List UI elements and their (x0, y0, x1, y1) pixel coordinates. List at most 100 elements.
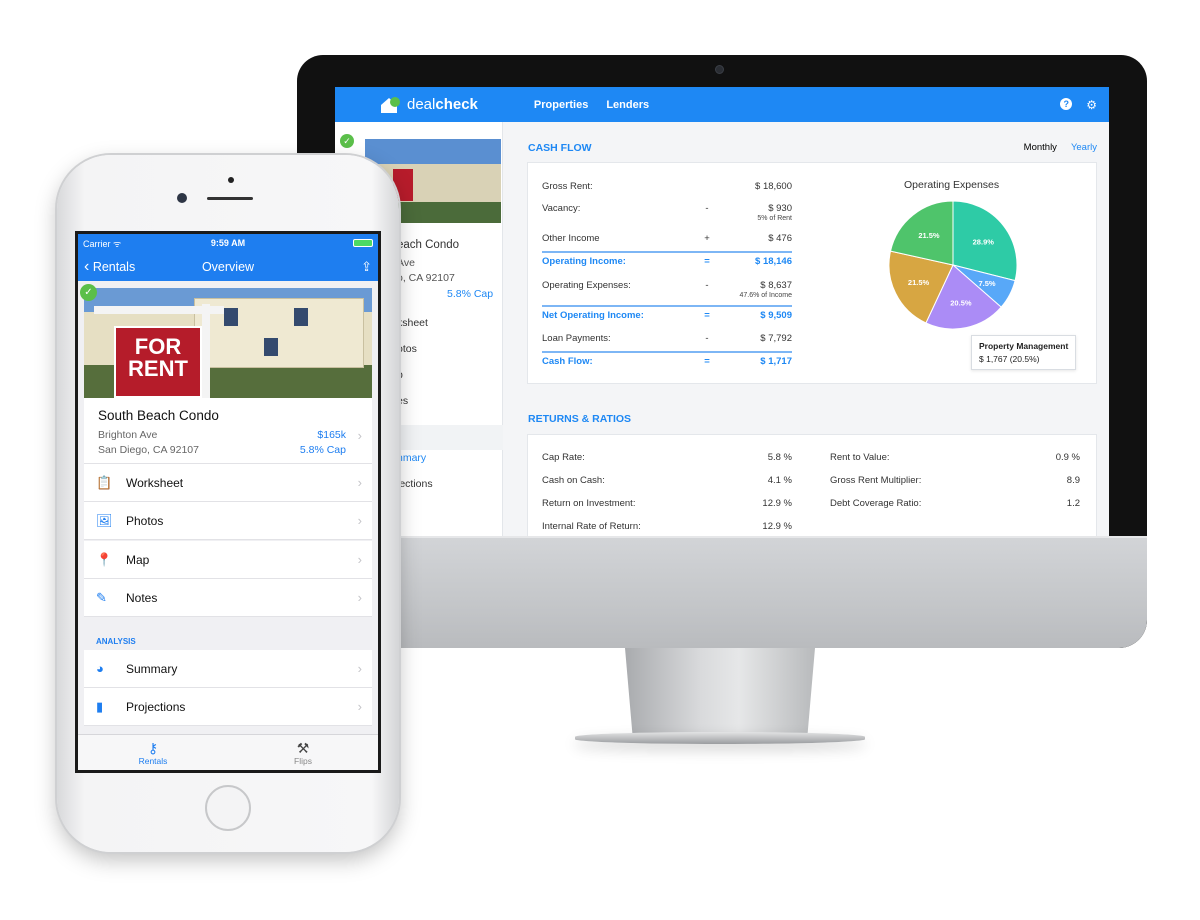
row-value: $ 7,792 (760, 333, 792, 344)
notes-icon: ✎ (96, 589, 107, 605)
divider-line (542, 251, 792, 253)
home-button[interactable] (205, 785, 251, 831)
chevron-right-icon: › (357, 475, 362, 490)
house-logo-icon (381, 96, 400, 113)
chevron-left-icon: ‹ (84, 257, 90, 275)
pie-slice-label: 21.5% (918, 231, 940, 240)
list-item-projections[interactable]: ▮ Projections › (84, 688, 372, 726)
projections-icon: ▮ (96, 698, 104, 714)
tab-rentals-label: Rentals (138, 755, 168, 766)
pie-slice-label: 28.9% (973, 237, 995, 246)
ratio-value: 12.9 % (762, 498, 792, 509)
pie-slice-label: 7.5% (978, 279, 995, 288)
chevron-right-icon: › (357, 661, 362, 676)
chevron-right-icon: › (357, 513, 362, 528)
tools-icon: ⚒ (296, 739, 310, 756)
pie-tooltip: Property Management $ 1,767 (20.5%) (971, 335, 1077, 370)
list-item-notes[interactable]: ✎ Notes › (84, 579, 372, 617)
summary-icon: ◕ (96, 661, 104, 676)
tooltip-value: $ 1,767 (20.5%) (979, 354, 1040, 364)
imac-stand (625, 648, 815, 736)
sidebar-property-name: each Condo (397, 239, 460, 251)
imac-base (575, 732, 865, 744)
earpiece-speaker (207, 197, 253, 200)
row-subtext: 47.6% of Income (739, 292, 792, 299)
pie-chart-title: Operating Expenses (904, 179, 1000, 191)
top-navbar: deal check Properties Lenders ? ⚙ (335, 87, 1109, 122)
period-toggle: Monthly Yearly (1024, 142, 1097, 153)
row-value: $ 930 (768, 203, 792, 214)
row-value: $ 18,600 (755, 181, 792, 192)
row-value: $ 1,717 (760, 356, 792, 367)
row-value: $ 8,637 (760, 280, 792, 291)
sidebar-cap: 5.8% Cap (447, 288, 494, 300)
help-icon[interactable]: ? (1060, 97, 1073, 110)
sidebar-item-projections[interactable]: jections (397, 478, 433, 490)
check-icon: ✓ (80, 284, 97, 301)
row-label: Net Operating Income: (542, 310, 644, 321)
chevron-right-icon: › (357, 590, 362, 605)
ratio-label: Cash on Cash: (542, 475, 605, 486)
cash-flow-row: Gross Rent: $ 18,600 (542, 181, 792, 192)
item-label: Summary (126, 661, 178, 676)
item-label: Projections (126, 699, 186, 714)
tab-flips[interactable]: ⚒ Flips (228, 735, 378, 770)
iphone-device: Carrier ᯤ 9:59 AM ‹ Rentals Overview ⇪ F… (57, 155, 399, 852)
ratio-label: Cap Rate: (542, 452, 585, 463)
camera-icon (715, 65, 724, 74)
ratio-row: Return on Investment: 12.9 % (542, 498, 792, 509)
ratio-label: Rent to Value: (830, 452, 890, 463)
row-label: Gross Rent: (542, 181, 593, 192)
row-label: Cash Flow: (542, 356, 593, 367)
property-photo[interactable]: FOR RENT (84, 288, 372, 398)
settings-gear-icon[interactable]: ⚙ (1086, 98, 1097, 112)
imac-device: deal check Properties Lenders ? ⚙ ✓ each … (297, 55, 1147, 648)
row-operator (692, 181, 722, 192)
property-summary-row[interactable]: South Beach Condo Brighton Ave San Diego… (84, 398, 372, 464)
item-label: Photos (126, 513, 164, 528)
nav-lenders[interactable]: Lenders (606, 99, 649, 111)
row-operator: = (704, 356, 710, 367)
photos-icon: 🖼 (96, 512, 113, 528)
share-icon[interactable]: ⇪ (361, 259, 372, 275)
row-value: $ 9,509 (760, 310, 792, 321)
sign-line-2: RENT (128, 356, 188, 381)
returns-ratios-title: RETURNS & RATIOS (528, 413, 632, 425)
list-item-worksheet[interactable]: 📋 Worksheet › (84, 464, 372, 502)
tab-rentals[interactable]: ⚷ Rentals (78, 735, 228, 770)
row-operator: - (705, 203, 709, 214)
sidebar-item-summary[interactable]: nmary (397, 452, 426, 464)
ratio-label: Debt Coverage Ratio: (830, 498, 922, 509)
clock: 9:59 AM (210, 238, 246, 248)
cash-flow-row: Loan Payments: - $ 7,792 (542, 333, 792, 344)
toggle-monthly[interactable]: Monthly (1024, 142, 1057, 153)
imac-chin (297, 536, 1147, 648)
toggle-yearly[interactable]: Yearly (1071, 142, 1097, 153)
ratio-value: 8.9 (1066, 475, 1080, 486)
row-label: Loan Payments: (542, 333, 611, 344)
item-label: Map (126, 552, 150, 567)
row-operator: + (704, 233, 710, 244)
row-label: Other Income (542, 233, 600, 244)
cash-flow-row: Operating Income: = $ 18,146 (542, 256, 792, 267)
sidebar-item-worksheet[interactable]: ksheet (397, 317, 428, 329)
list-item-photos[interactable]: 🖼 Photos › (84, 502, 372, 540)
sidebar-address-2: o, CA 92107 (397, 272, 455, 284)
ratio-value: 4.1 % (767, 475, 792, 486)
list-item-map[interactable]: 📍 Map › (84, 541, 372, 579)
property-cap: 5.8% Cap (299, 444, 346, 456)
check-icon: ✓ (340, 134, 354, 148)
sidebar-item-photos[interactable]: otos (397, 343, 417, 355)
list-item-summary[interactable]: ◕ Summary › (84, 650, 372, 688)
dealcheck-logo[interactable]: deal check (379, 95, 478, 115)
tab-flips-label: Flips (294, 755, 312, 766)
status-bar: Carrier ᯤ 9:59 AM (78, 234, 378, 252)
nav-properties[interactable]: Properties (534, 99, 588, 111)
desktop-screen: deal check Properties Lenders ? ⚙ ✓ each … (335, 87, 1109, 539)
item-label: Worksheet (126, 475, 184, 490)
brand-bold: check (435, 96, 478, 113)
phone-navbar: ‹ Rentals Overview ⇪ (78, 252, 378, 281)
item-label: Notes (126, 590, 158, 605)
ratio-row: Debt Coverage Ratio: 1.2 (830, 498, 1080, 509)
back-button[interactable]: ‹ Rentals (84, 258, 135, 276)
